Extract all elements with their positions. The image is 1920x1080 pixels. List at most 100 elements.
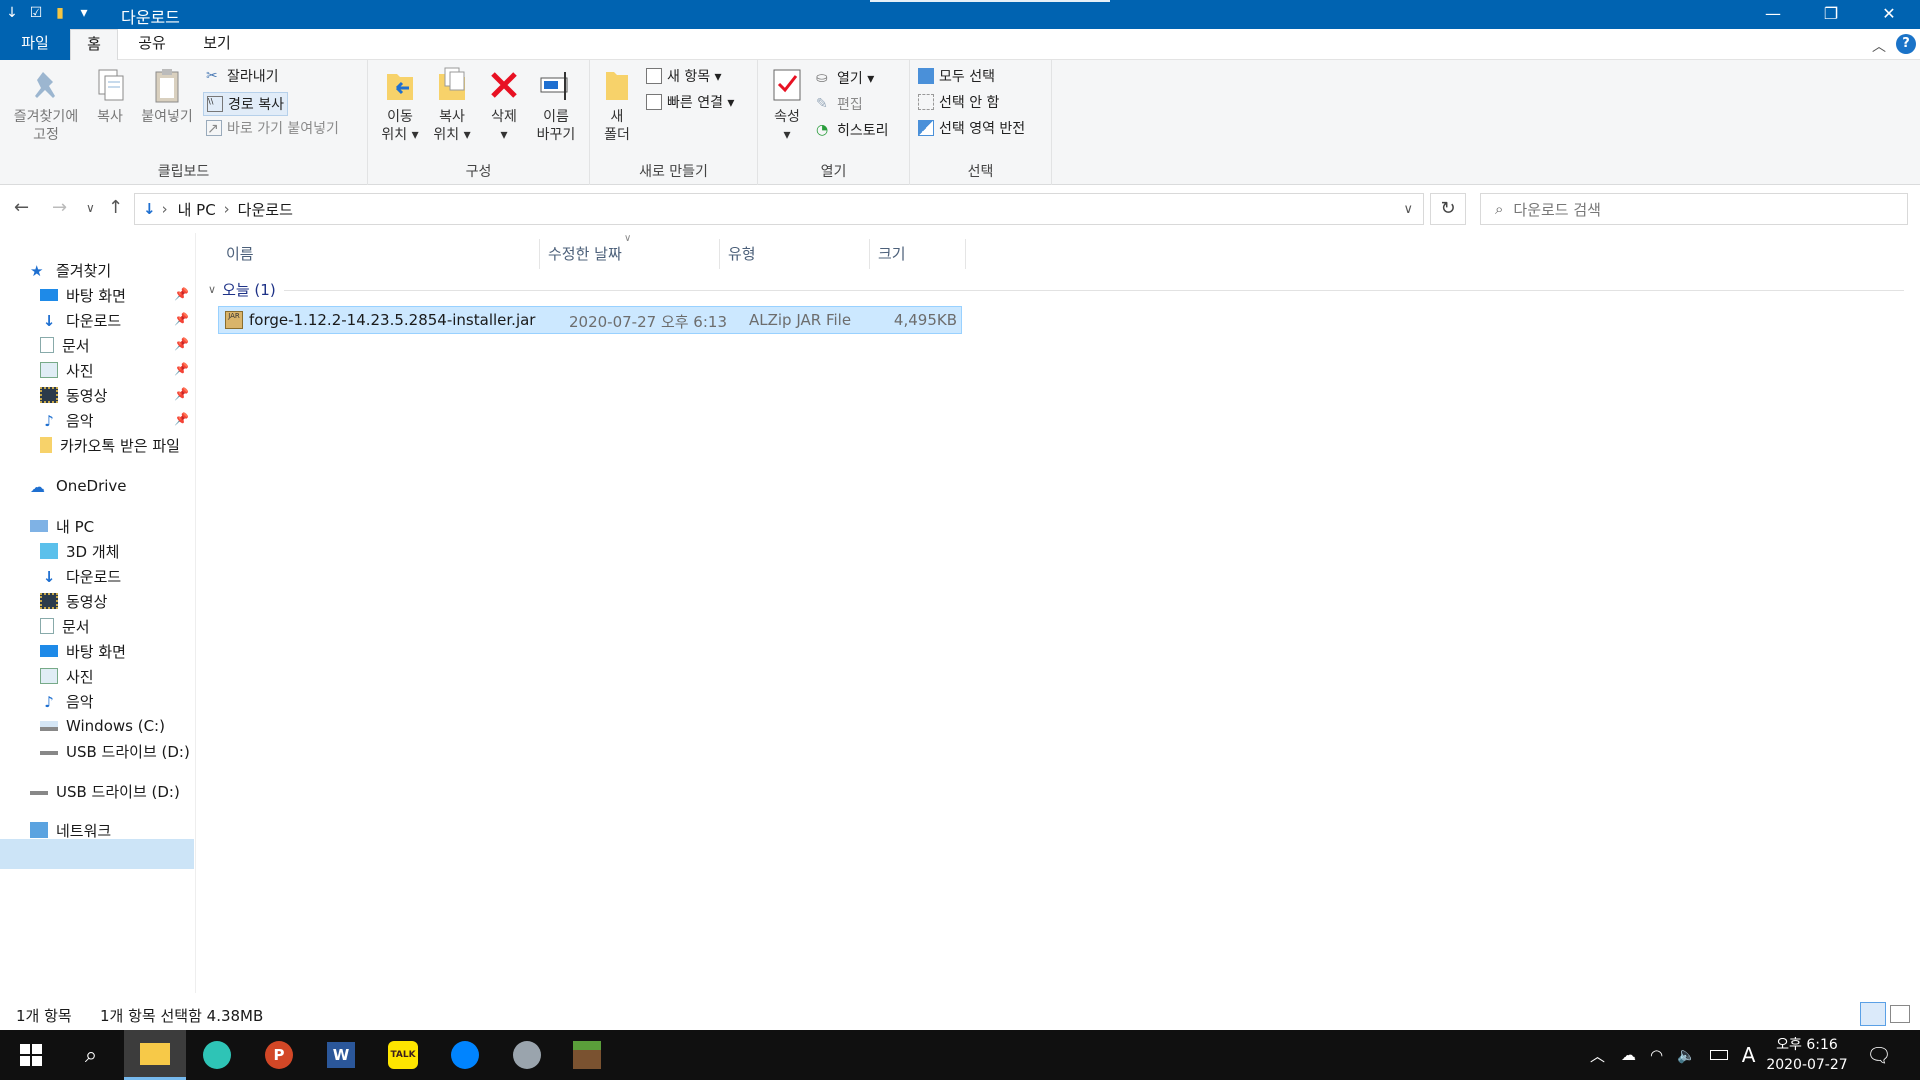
group-header-today[interactable]: ∨ 오늘 (1) [208,279,276,300]
tab-share[interactable]: 공유 [130,29,174,60]
organize-group: 이동 위치 ▾ 복사 위치 ▾ 삭제 ▾ 이름 바꾸기 구성 [368,60,590,185]
nav-usb-drive[interactable]: USB 드라이브 (D:) [30,776,180,806]
large-icons-view-icon[interactable] [1890,1005,1910,1023]
new-item-button[interactable]: 새 항목 ▾ [646,66,722,86]
nav-pc-usb-d[interactable]: USB 드라이브 (D:) [40,736,190,766]
recent-locations-icon[interactable]: ∨ [86,201,95,215]
jar-file-icon: JAR [225,311,243,329]
nav-onedrive[interactable]: ☁ OneDrive [30,471,127,501]
new-folder-icon[interactable]: ▮ [52,4,68,22]
tab-home[interactable]: 홈 [70,29,118,61]
download-location-icon: ↓ [143,200,156,218]
refresh-icon[interactable]: ↻ [1430,193,1466,225]
onedrive-tray-icon[interactable]: ☁ [1621,1046,1636,1064]
tab-file[interactable]: 파일 [0,29,70,60]
copy-button[interactable]: 복사 [88,64,132,126]
download-icon[interactable]: ↓ [4,4,20,22]
invert-selection-button[interactable]: 선택 영역 반전 [918,118,1025,138]
ime-indicator[interactable]: A [1742,1043,1756,1067]
up-icon[interactable]: ↑ [108,197,123,218]
minimize-button[interactable]: — [1744,0,1802,29]
properties-icon[interactable]: ☑ [28,4,44,22]
show-hidden-icons-icon[interactable]: ︿ [1590,1045,1605,1066]
open-button[interactable]: ⛀ 열기 ▾ [816,68,874,88]
close-button[interactable]: ✕ [1860,0,1918,29]
delete-button[interactable]: 삭제 ▾ [482,64,526,144]
copy-path-button[interactable]: \\ 경로 복사 [203,92,288,116]
pin-quick-access-button[interactable]: 즐겨찾기에 고정 [4,64,88,144]
nav-quick-kakaotalk[interactable]: 카카오톡 받은 파일 [40,430,180,460]
nav-network[interactable]: 네트워크 [30,815,111,845]
pin-icon[interactable]: 📌 [174,362,189,376]
file-row[interactable]: JAR forge-1.12.2-14.23.5.2854-installer.… [218,306,962,334]
browser-app-icon[interactable] [186,1030,248,1080]
collapse-ribbon-icon[interactable]: ︿ [1872,36,1886,56]
rename-button[interactable]: 이름 바꾸기 [530,64,582,144]
new-folder-button[interactable]: 새 폴더 [594,64,640,144]
disc-app-icon[interactable] [496,1030,558,1080]
restore-button[interactable]: ❐ [1802,0,1860,29]
drive-icon [40,721,58,731]
search-input[interactable]: ⌕ 다운로드 검색 [1480,193,1908,225]
messenger-icon[interactable] [434,1030,496,1080]
easy-access-icon [646,94,662,110]
details-view-icon[interactable] [1860,1002,1886,1026]
powerpoint-icon[interactable]: P [248,1030,310,1080]
copy-to-button[interactable]: 복사 위치 ▾ [426,64,478,144]
kakaotalk-icon[interactable]: TALK [372,1030,434,1080]
breadcrumb-downloads[interactable]: 다운로드 [238,199,293,220]
easy-access-button[interactable]: 빠른 연결 ▾ [646,92,734,112]
nav-pc-3d-objects-label: 3D 개체 [66,542,120,561]
breadcrumb-this-pc[interactable]: 내 PC [178,199,216,220]
back-icon[interactable]: ← [14,197,29,218]
minecraft-icon[interactable] [556,1030,618,1080]
usb-drive-icon [40,747,58,755]
pin-icon[interactable]: 📌 [174,287,189,301]
paste-shortcut-label: 바로 가기 붙여넣기 [227,121,339,137]
paste-shortcut-button[interactable]: ↗ 바로 가기 붙여넣기 [206,118,339,138]
customize-dropdown-icon[interactable]: ▾ [76,4,92,22]
clock[interactable]: 오후 6:16 2020-07-27 [1766,1035,1848,1075]
pin-icon[interactable]: 📌 [174,412,189,426]
select-group-label: 선택 [967,164,994,180]
select-none-button[interactable]: 선택 안 함 [918,92,999,112]
properties-label: 속성 ▾ [774,109,800,143]
file-explorer-icon[interactable] [124,1030,186,1080]
wifi-icon[interactable]: ◠ [1650,1046,1663,1064]
pin-icon[interactable]: 📌 [174,337,189,351]
help-icon[interactable]: ? [1896,34,1916,54]
word-icon[interactable]: W [310,1030,372,1080]
paste-button[interactable]: 붙여넣기 [134,64,200,126]
battery-icon[interactable] [1709,1050,1728,1060]
notification-icon[interactable]: 🗨 [1848,1030,1910,1080]
search-icon[interactable]: ⌕ [60,1030,122,1080]
nav-pc-desktop-label: 바탕 화면 [66,642,126,661]
breadcrumb-sep-icon[interactable]: › [162,200,168,218]
cut-button[interactable]: ✂ 잘라내기 [206,66,279,86]
window-title: 다운로드 [121,8,180,27]
column-header-name[interactable]: 이름 [218,239,540,269]
start-windows-icon[interactable] [0,1030,62,1080]
select-all-button[interactable]: 모두 선택 [918,66,995,86]
move-to-button[interactable]: 이동 위치 ▾ [376,64,424,144]
address-dropdown-icon[interactable]: ∨ [1403,202,1413,217]
history-button[interactable]: ◔ 히스토리 [816,120,889,140]
edit-button[interactable]: ✎ 편집 [816,94,863,114]
collapse-group-icon[interactable]: ∨ [208,283,216,296]
column-header-type[interactable]: 유형 [720,239,870,269]
navigation-pane[interactable]: ★ 즐겨찾기 바탕 화면 📌 ↓ 다운로드 📌 문서 📌 사진 📌 동영상 📌 ♪ 음… [0,233,196,993]
column-header-size[interactable]: 크기 [870,239,966,269]
forward-icon[interactable]: → [52,197,67,218]
nav-pc-music-label: 음악 [66,692,94,711]
properties-button[interactable]: 속성 ▾ [764,64,810,144]
download-icon: ↓ [42,568,56,586]
volume-icon[interactable]: 🔈 [1677,1046,1696,1064]
group-header-label: 오늘 (1) [222,281,276,299]
pin-icon[interactable]: 📌 [174,312,189,326]
breadcrumb-sep-icon[interactable]: › [224,200,230,218]
nav-pc-usb-d-label: USB 드라이브 (D:) [66,742,190,761]
tab-view[interactable]: 보기 [192,29,242,60]
file-list[interactable]: 이름 수정한 날짜 ∨ 유형 크기 ∨ 오늘 (1) JAR forge-1.1… [196,233,1920,993]
pin-icon[interactable]: 📌 [174,387,189,401]
address-input[interactable]: ↓ › 내 PC › 다운로드 ∨ [134,193,1424,225]
